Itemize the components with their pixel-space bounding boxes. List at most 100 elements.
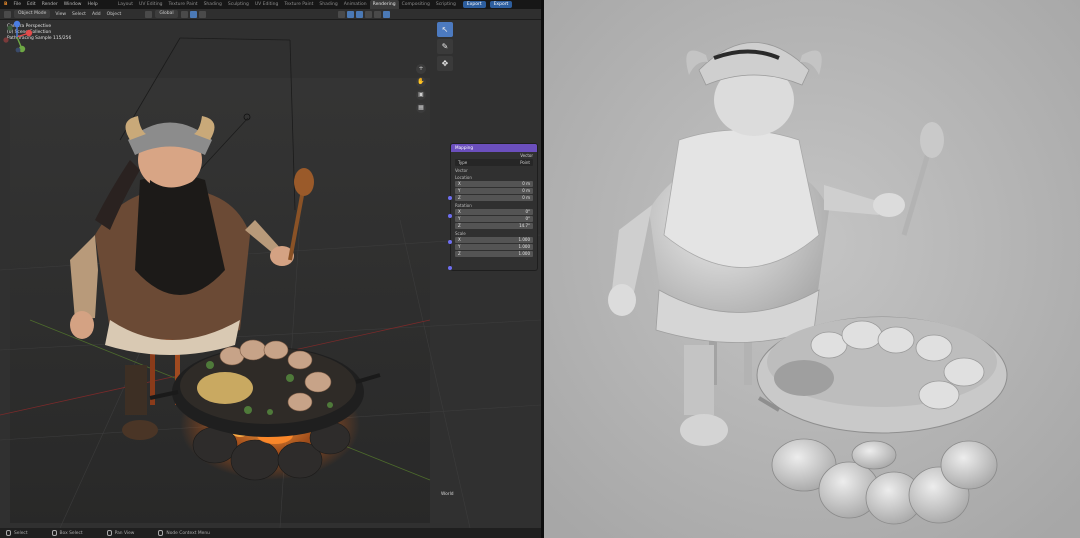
overlay-toggle-icon[interactable] [355, 10, 363, 18]
status-bar: Select Box Select Pan View Node Context … [0, 528, 541, 538]
menu-object[interactable]: Object [104, 9, 125, 20]
rotation-x-field[interactable]: X 0° [455, 209, 533, 215]
field-value: 0 m [522, 195, 530, 200]
node-toolbar: ↖ ✎ ✥ [437, 22, 455, 71]
type-value: Point [520, 160, 530, 165]
axis-label: Z [458, 223, 461, 228]
menu-select[interactable]: Select [69, 9, 89, 20]
vector-input-label: Vector [455, 168, 468, 173]
location-y-field[interactable]: Y 0 m [455, 188, 533, 194]
export-button-2[interactable]: Export [489, 1, 513, 8]
annotate-icon[interactable]: ✎ [437, 39, 453, 54]
shading-solid-icon[interactable] [373, 10, 381, 18]
axis-label: Z [458, 251, 461, 256]
menu-view[interactable]: View [52, 9, 69, 20]
viewport-render [0, 37, 541, 528]
input-socket[interactable] [448, 240, 452, 244]
input-socket[interactable] [448, 214, 452, 218]
orientation-icon[interactable] [145, 10, 153, 18]
rotation-z-field[interactable]: Z 14.7° [455, 223, 533, 229]
tab-shading-2[interactable]: Shading [316, 0, 340, 9]
input-socket[interactable] [448, 266, 452, 270]
scale-y-field[interactable]: Y 1.000 [455, 244, 533, 250]
mapping-node[interactable]: Mapping Vector Type Point Vector Locatio… [450, 143, 538, 271]
scale-z-field[interactable]: Z 1.000 [455, 251, 533, 257]
field-value: 0 m [522, 181, 530, 186]
snap-icon[interactable] [189, 10, 197, 18]
menu-edit[interactable]: Edit [24, 0, 39, 9]
field-value: 0 m [522, 188, 530, 193]
screenshot: B File Edit Render Window Help Layout UV… [0, 0, 1080, 538]
tab-uv-editing[interactable]: UV Editing [136, 0, 165, 9]
tab-texture-paint-2[interactable]: Texture Paint [281, 0, 316, 9]
xray-icon[interactable] [364, 10, 372, 18]
menu-add[interactable]: Add [89, 9, 104, 20]
rotation-y-field[interactable]: Y 0° [455, 216, 533, 222]
clay-render [544, 0, 1080, 538]
axis-label: X [458, 237, 461, 242]
status-label: Node Context Menu [166, 530, 210, 536]
proportional-edit-icon[interactable] [198, 10, 206, 18]
select-cursor-icon[interactable]: ↖ [437, 22, 453, 37]
axis-label: Y [458, 188, 461, 193]
field-value: 14.7° [519, 223, 530, 228]
status-label: Select [14, 530, 28, 536]
input-socket[interactable] [448, 196, 452, 200]
location-x-field[interactable]: X 0 m [455, 181, 533, 187]
editor-type-icon[interactable] [4, 10, 11, 18]
tab-shading[interactable]: Shading [201, 0, 225, 9]
status-label: Pan View [114, 530, 135, 536]
camera-view-icon[interactable]: ▣ [416, 90, 426, 100]
tab-scripting[interactable]: Scripting [433, 0, 459, 9]
blender-window: B File Edit Render Window Help Layout UV… [0, 0, 541, 538]
location-z-field[interactable]: Z 0 m [455, 195, 533, 201]
scale-x-field[interactable]: X 1.000 [455, 237, 533, 243]
axis-label: Y [458, 216, 461, 221]
mouse-left-icon [6, 530, 11, 536]
menu-file[interactable]: File [10, 0, 24, 9]
mode-dropdown[interactable]: Object Mode [14, 10, 51, 18]
tab-sculpting[interactable]: Sculpting [225, 0, 252, 9]
field-value: 1.000 [518, 237, 530, 242]
tab-animation[interactable]: Animation [341, 0, 370, 9]
blender-logo-icon[interactable]: B [0, 2, 10, 7]
shading-rendered-icon[interactable] [382, 10, 390, 18]
status-pan-view: Pan View [106, 530, 135, 536]
status-context-menu: Node Context Menu [158, 530, 210, 536]
field-value: 1.000 [518, 244, 530, 249]
status-select: Select [6, 530, 28, 536]
export-button[interactable]: Export [462, 1, 486, 8]
transform-icon[interactable]: ✥ [437, 56, 453, 71]
status-label: Box Select [59, 530, 83, 536]
gizmo-toggle-icon[interactable] [346, 10, 354, 18]
rotation-label: Rotation [455, 203, 472, 208]
node-output-vector: Vector [451, 152, 537, 159]
field-value: 0° [525, 216, 530, 221]
axis-label: Z [458, 195, 461, 200]
scale-label: Scale [455, 231, 466, 236]
tab-texture-paint[interactable]: Texture Paint [166, 0, 201, 9]
type-dropdown[interactable]: Type Point [455, 159, 533, 166]
pan-hand-icon[interactable]: ✋ [416, 77, 426, 87]
status-box-select: Box Select [51, 530, 83, 536]
type-label: Type [458, 160, 468, 165]
mouse-middle-icon [106, 530, 112, 536]
transform-orientation-dropdown[interactable]: Global [155, 10, 178, 18]
node-title[interactable]: Mapping [451, 144, 537, 152]
axis-label: X [458, 181, 461, 186]
field-value: 1.000 [518, 251, 530, 256]
field-value: 0° [525, 209, 530, 214]
pivot-icon[interactable] [180, 10, 188, 18]
perspective-toggle-icon[interactable]: ▦ [416, 103, 426, 113]
location-label: Location [455, 175, 472, 180]
tab-uv-editing-2[interactable]: UV Editing [252, 0, 281, 9]
3d-viewport[interactable]: Camera Perspective (0) Scene Collection … [0, 20, 541, 528]
mouse-drag-icon [51, 530, 57, 536]
visibility-icon[interactable] [337, 10, 345, 18]
tab-rendering[interactable]: Rendering [369, 0, 399, 9]
navigation-gizmo[interactable] [0, 20, 34, 54]
tab-compositing[interactable]: Compositing [399, 0, 433, 9]
axis-label: X [458, 209, 461, 214]
view-tools: + ✋ ▣ ▦ [416, 64, 428, 113]
zoom-icon[interactable]: + [416, 64, 426, 74]
